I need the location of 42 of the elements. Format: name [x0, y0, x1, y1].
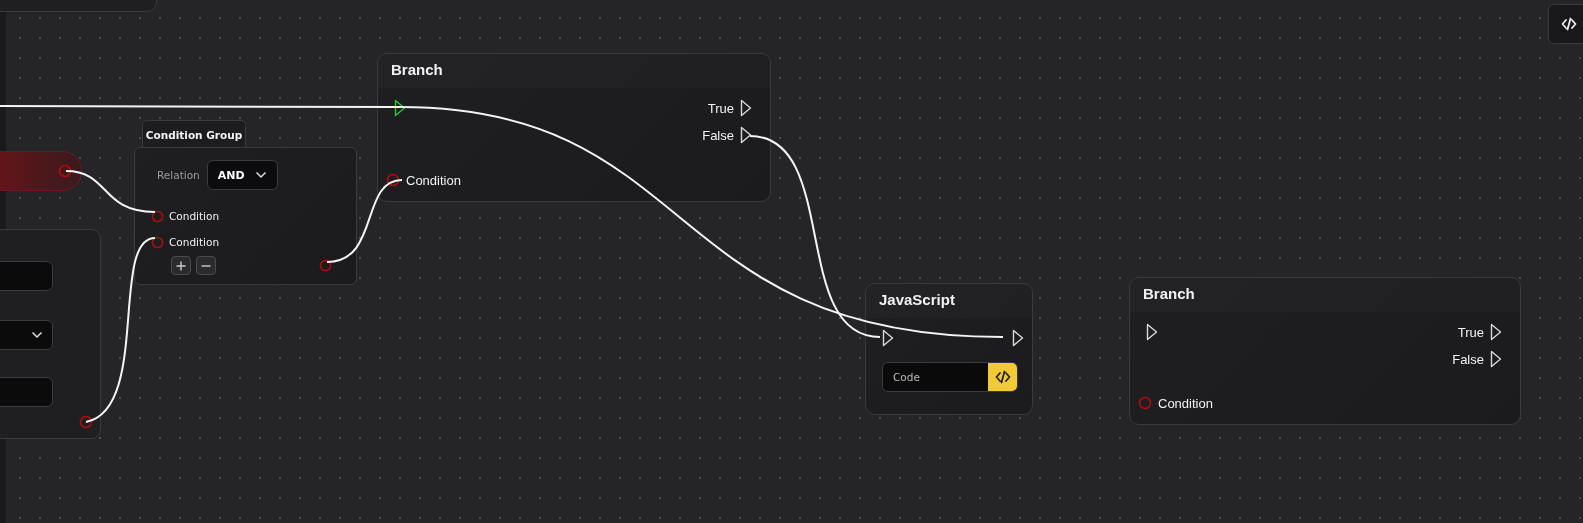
plus-icon: [176, 260, 186, 271]
output-label: False: [702, 127, 734, 143]
input-field[interactable]: [0, 261, 53, 291]
ring-port-icon[interactable]: [79, 415, 93, 429]
node-title: JavaScript: [879, 291, 955, 308]
ring-port-icon[interactable]: [151, 209, 164, 223]
output-label: False: [1452, 351, 1484, 367]
triangle-port-icon[interactable]: [1490, 350, 1502, 368]
ring-port-icon[interactable]: [58, 164, 72, 178]
ring-port-icon[interactable]: [151, 235, 164, 249]
code-icon: [994, 370, 1011, 384]
triangle-port-icon[interactable]: [1146, 323, 1158, 341]
output-label: True: [1457, 324, 1484, 340]
code-icon: [1561, 17, 1577, 31]
output-label: True: [707, 100, 734, 116]
code-input[interactable]: Code: [883, 363, 988, 391]
triangle-port-icon[interactable]: [882, 329, 894, 347]
add-button[interactable]: [171, 256, 191, 275]
triangle-port-icon[interactable]: [740, 126, 752, 144]
relation-dropdown[interactable]: AND: [206, 160, 278, 190]
triangle-port-icon[interactable]: [1490, 323, 1502, 341]
node-title: Branch: [391, 61, 443, 78]
input-label: Condition: [169, 210, 220, 222]
triangle-port-icon[interactable]: [394, 99, 406, 117]
code-view-button[interactable]: [1548, 4, 1583, 44]
triangle-port-icon[interactable]: [740, 99, 752, 117]
node-title: Branch: [1143, 285, 1195, 302]
input-label: Condition: [1158, 395, 1213, 411]
chevron-icon: [31, 331, 43, 339]
chevron-icon: [254, 171, 267, 179]
dropdown-field[interactable]: [0, 320, 53, 350]
input-field[interactable]: [0, 377, 53, 407]
ring-port-icon[interactable]: [386, 173, 400, 187]
remove-button[interactable]: [196, 256, 216, 275]
relation-label: Relation: [157, 169, 200, 181]
triangle-port-icon[interactable]: [1012, 329, 1024, 347]
code-field[interactable]: Code: [882, 362, 1018, 392]
node-title: Condition Group: [145, 128, 243, 141]
input-label: Condition: [406, 172, 461, 188]
input-label: Condition: [169, 236, 220, 248]
code-editor-button[interactable]: [988, 363, 1017, 391]
ring-port-icon[interactable]: [319, 259, 332, 272]
